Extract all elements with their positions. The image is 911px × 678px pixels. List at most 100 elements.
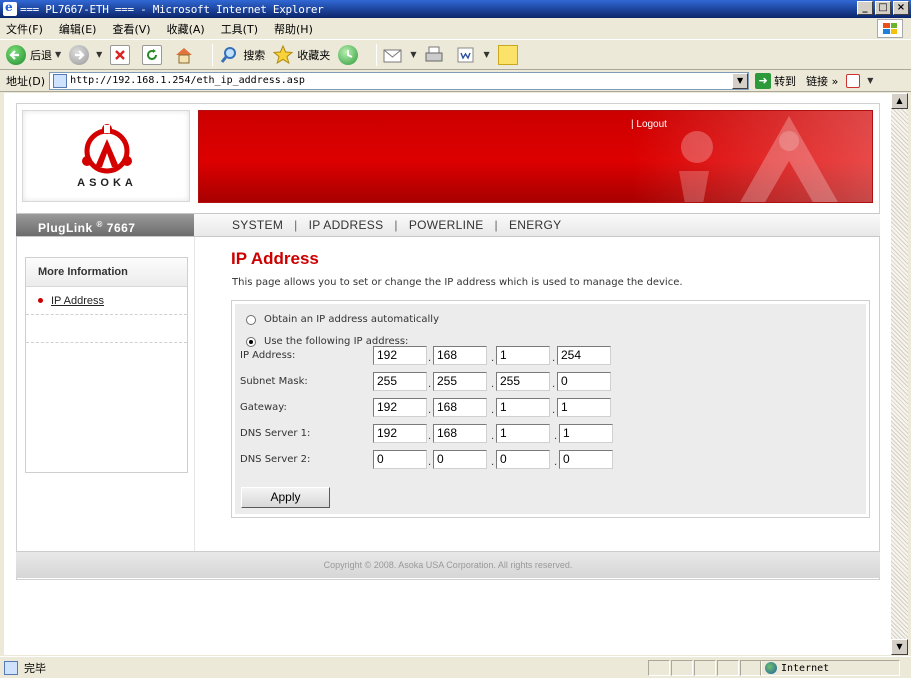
back-button[interactable]: 后退 ▼ xyxy=(6,44,61,65)
favorites-label: 收藏夹 xyxy=(297,48,331,62)
ip-octet-input[interactable]: 192 xyxy=(373,424,427,443)
ip-octet-input[interactable]: 1 xyxy=(496,346,550,365)
ip-octet-input[interactable]: 168 xyxy=(433,398,487,417)
ip-octet-input[interactable]: 192 xyxy=(373,346,427,365)
ip-octet-input[interactable]: 1 xyxy=(496,398,550,417)
ip-octet-input[interactable]: 192 xyxy=(373,398,427,417)
radio-auto-row[interactable]: Obtain an IP address automatically xyxy=(246,314,439,325)
ip-octet-input[interactable]: 0 xyxy=(559,450,613,469)
search-button[interactable]: 搜索 xyxy=(219,45,265,65)
status-cell xyxy=(740,660,762,676)
more-info-title: More Information xyxy=(26,258,187,287)
chevron-down-icon[interactable]: ▼ xyxy=(55,50,61,59)
stop-button[interactable] xyxy=(110,44,134,65)
menu-tools[interactable]: 工具(T) xyxy=(221,21,258,37)
ip-octet-input[interactable]: 168 xyxy=(433,346,487,365)
chevron-down-icon[interactable]: ▼ xyxy=(732,72,749,89)
refresh-button[interactable] xyxy=(142,44,166,65)
ip-octet-input[interactable]: 255 xyxy=(373,372,427,391)
notes-button[interactable] xyxy=(497,44,522,65)
menu-favorites[interactable]: 收藏(A) xyxy=(167,21,205,37)
ip-field-label: Subnet Mask: xyxy=(240,376,308,387)
octet-separator: . xyxy=(552,405,556,416)
banner-watermark-icon xyxy=(679,116,838,202)
ip-octet-input[interactable]: 1 xyxy=(496,424,550,443)
mail-icon xyxy=(383,45,403,65)
ip-octet-input[interactable]: 0 xyxy=(557,372,611,391)
radio-auto[interactable] xyxy=(246,314,256,325)
ip-octet-input[interactable]: 0 xyxy=(373,450,427,469)
nav-powerline[interactable]: POWERLINE xyxy=(409,218,484,232)
address-label: 地址(D) xyxy=(6,74,46,88)
note-icon xyxy=(497,44,518,65)
ip-field-row: Gateway: 192. 168. 1. 1 xyxy=(240,398,660,418)
nav-system[interactable]: SYSTEM xyxy=(232,218,283,232)
forward-arrow-icon xyxy=(69,44,90,65)
history-button[interactable] xyxy=(338,44,362,65)
status-cell xyxy=(671,660,693,676)
scroll-down-button[interactable]: ▼ xyxy=(891,639,908,655)
refresh-icon xyxy=(142,44,163,65)
page-description: This page allows you to set or change th… xyxy=(232,277,683,288)
nav-ip-address[interactable]: IP ADDRESS xyxy=(309,218,384,232)
favorites-button[interactable]: 收藏夹 xyxy=(273,44,331,65)
ip-octet-input[interactable]: 255 xyxy=(496,372,550,391)
ip-form-inner: Obtain an IP address automatically Use t… xyxy=(235,304,866,514)
print-button[interactable] xyxy=(424,45,448,65)
ip-octet-input[interactable]: 1 xyxy=(559,424,613,443)
sidebar-empty-row xyxy=(26,315,187,343)
nav-energy[interactable]: ENERGY xyxy=(509,218,561,232)
extension-button[interactable]: ▼ xyxy=(846,73,873,88)
close-button[interactable]: × xyxy=(893,1,909,15)
logo-text: ASOKA xyxy=(77,177,137,189)
sidebar-item-ip-address[interactable]: IP Address xyxy=(26,287,187,315)
status-cell xyxy=(694,660,716,676)
edit-button[interactable]: ▼ xyxy=(456,45,490,65)
octet-separator: . xyxy=(428,405,432,416)
address-input[interactable]: http://192.168.1.254/eth_ip_address.asp … xyxy=(49,71,750,90)
logout-link[interactable]: | Logout xyxy=(631,119,667,130)
zone-label: Internet xyxy=(781,662,830,674)
octet-separator: . xyxy=(554,431,558,442)
forward-button[interactable]: ▼ xyxy=(69,44,102,65)
menu-help[interactable]: 帮助(H) xyxy=(274,21,313,37)
vertical-scrollbar[interactable]: ▲ ▼ xyxy=(891,93,908,655)
ip-field-row: Subnet Mask: 255. 255. 255. 0 xyxy=(240,372,660,392)
menu-edit[interactable]: 编辑(E) xyxy=(59,21,97,37)
address-url[interactable]: http://192.168.1.254/eth_ip_address.asp xyxy=(70,75,305,86)
go-label: 转到 xyxy=(774,74,797,88)
apply-button[interactable]: Apply xyxy=(241,487,330,508)
ip-octet-input[interactable]: 0 xyxy=(433,450,487,469)
home-button[interactable] xyxy=(174,45,198,65)
ip-octet-input[interactable]: 254 xyxy=(557,346,611,365)
radio-manual[interactable] xyxy=(246,336,256,347)
ip-octet-input[interactable]: 1 xyxy=(557,398,611,417)
ip-octet-input[interactable]: 255 xyxy=(433,372,487,391)
menu-file[interactable]: 文件(F) xyxy=(6,21,43,37)
octet-separator: . xyxy=(491,431,495,442)
maximize-button[interactable]: □ xyxy=(875,1,891,15)
logo-box: ASOKA xyxy=(22,110,190,202)
ip-field-label: IP Address: xyxy=(240,350,296,361)
octet-separator: . xyxy=(428,379,432,390)
registered-mark: ® xyxy=(96,220,103,229)
chevron-down-icon[interactable]: ▼ xyxy=(483,50,489,59)
status-text: 完毕 xyxy=(24,661,46,675)
ip-octet-input[interactable]: 168 xyxy=(433,424,487,443)
ip-octet-input[interactable]: 0 xyxy=(496,450,550,469)
sidebar-link-ip-address[interactable]: IP Address xyxy=(51,295,104,307)
octet-separator: . xyxy=(491,457,495,468)
chevron-down-icon[interactable]: ▼ xyxy=(867,76,873,85)
radio-auto-label: Obtain an IP address automatically xyxy=(264,314,440,325)
mail-button[interactable]: ▼ xyxy=(383,45,416,65)
toolbar-divider xyxy=(212,43,214,66)
windows-logo-icon xyxy=(877,19,903,38)
chevron-down-icon[interactable]: ▼ xyxy=(410,50,416,59)
minimize-button[interactable]: _ xyxy=(857,1,873,15)
octet-separator: . xyxy=(491,353,495,364)
chevron-down-icon[interactable]: ▼ xyxy=(96,50,102,59)
go-button[interactable]: ➜ 转到 xyxy=(755,72,797,89)
menu-view[interactable]: 查看(V) xyxy=(112,21,150,37)
links-button[interactable]: 链接 » xyxy=(806,73,838,89)
scroll-up-button[interactable]: ▲ xyxy=(891,93,908,109)
